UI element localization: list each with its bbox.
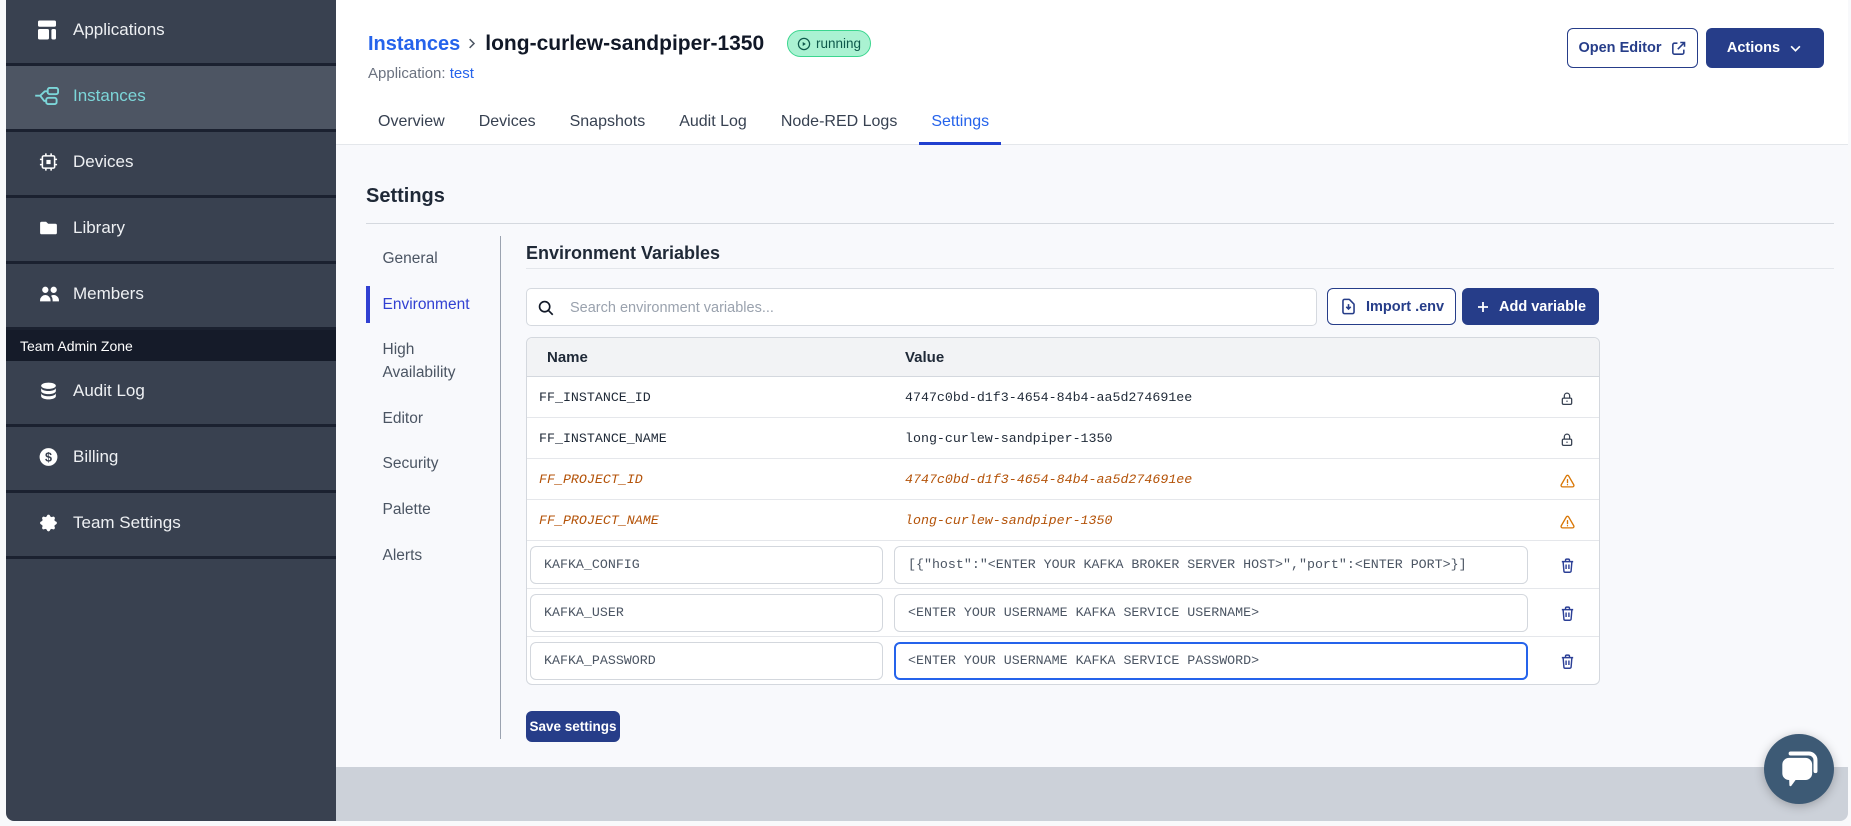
svg-text:$: $ [45,450,52,464]
